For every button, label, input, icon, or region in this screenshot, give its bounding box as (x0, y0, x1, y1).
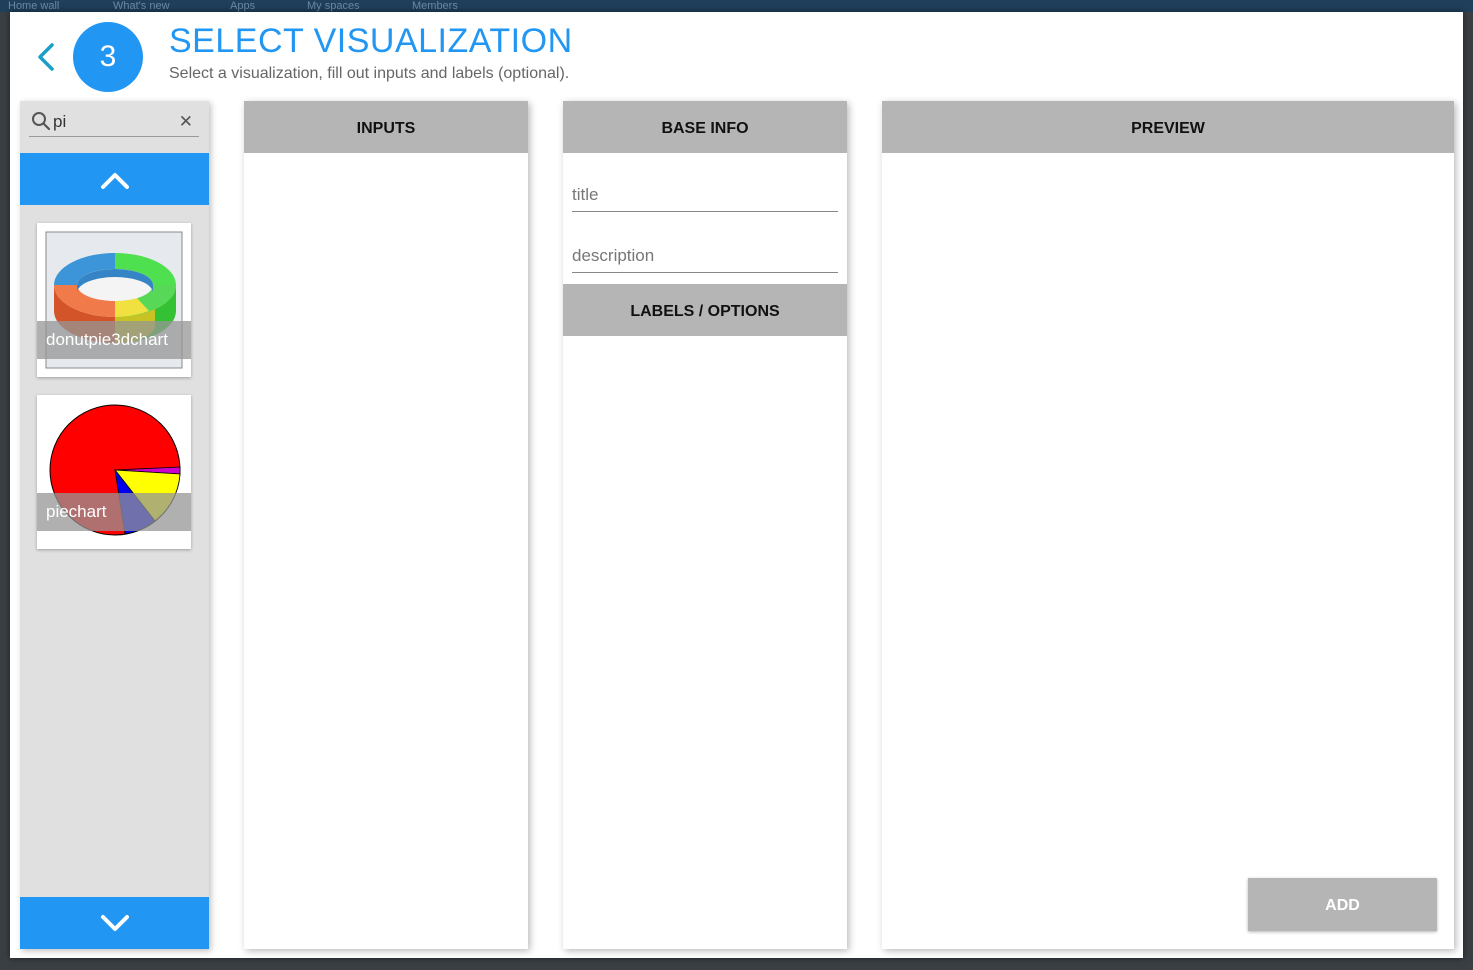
add-button[interactable]: ADD (1248, 878, 1437, 931)
background-nav-item: Members (412, 0, 458, 12)
chevron-left-icon (38, 43, 54, 71)
labels-options-header: LABELS / OPTIONS (563, 284, 847, 336)
back-button[interactable] (34, 42, 58, 72)
preview-panel-header: PREVIEW (882, 101, 1454, 153)
scroll-down-button[interactable] (20, 897, 209, 949)
description-field (572, 242, 838, 273)
page-subtitle: Select a visualization, fill out inputs … (169, 65, 570, 82)
chevron-down-icon (101, 915, 129, 931)
background-nav-bar: Home wall What's new Apps My spaces Memb… (0, 0, 1473, 12)
background-nav-item: Apps (230, 0, 256, 12)
title-field (572, 181, 838, 212)
search-box: ✕ (29, 109, 199, 137)
background-nav-item: What's new (113, 0, 170, 12)
close-icon[interactable]: ✕ (179, 113, 193, 131)
description-input[interactable] (572, 246, 838, 266)
background-nav-item: My spaces (307, 0, 360, 12)
chevron-up-icon (101, 173, 129, 189)
visualization-item-label: donutpie3dchart (37, 321, 191, 359)
search-icon (32, 112, 51, 131)
visualization-item-label: piechart (37, 493, 191, 531)
search-input[interactable] (53, 111, 171, 133)
base-info-panel: BASE INFO LABELS / OPTIONS (563, 101, 847, 949)
page-title: SELECT VISUALIZATION (169, 22, 573, 60)
preview-panel: PREVIEW ADD (882, 101, 1454, 949)
select-visualization-dialog: 3 SELECT VISUALIZATION Select a visualiz… (10, 12, 1463, 958)
title-input[interactable] (572, 185, 838, 205)
visualization-item-piechart[interactable]: piechart (37, 395, 191, 549)
visualization-sidebar: ✕ donutpie3dchart (20, 101, 209, 949)
inputs-panel: INPUTS (244, 101, 528, 949)
background-nav-item: Home wall (8, 0, 60, 12)
inputs-panel-header: INPUTS (244, 101, 528, 153)
visualization-item-donutpie3dchart[interactable]: donutpie3dchart (37, 223, 191, 377)
base-info-panel-header: BASE INFO (563, 101, 847, 153)
scroll-up-button[interactable] (20, 153, 209, 205)
step-number-badge: 3 (73, 22, 143, 92)
